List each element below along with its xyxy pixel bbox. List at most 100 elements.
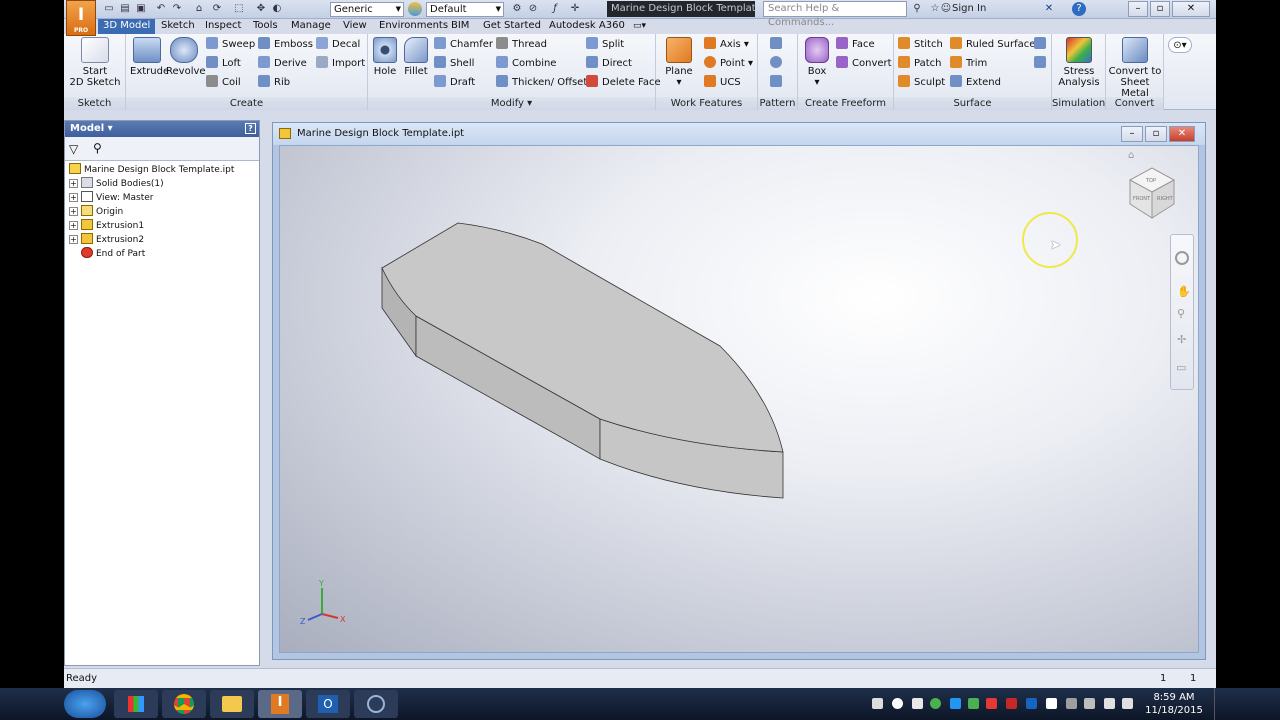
crosshair-icon[interactable]: ✛ [568,2,582,16]
convert-freeform-button[interactable]: Convert [836,56,892,72]
look-at-icon[interactable]: ▭ [1176,361,1186,374]
file-explorer-icon[interactable] [210,690,254,718]
binoculars-icon[interactable]: ⚲ [910,2,924,16]
sign-in-link[interactable]: Sign In [952,3,986,14]
tray-icon-11[interactable] [1084,698,1095,709]
inventor-taskbar-icon[interactable]: I [258,690,302,718]
trim-button[interactable]: Trim [950,56,987,72]
doc-restore-button[interactable]: ▫ [1145,126,1167,142]
derive-button[interactable]: Derive [258,56,307,72]
user-icon[interactable]: ☺ [940,2,952,16]
draft-button[interactable]: Draft [434,75,475,91]
expand-icon[interactable]: + [69,221,78,230]
start-2d-sketch-button[interactable]: Start 2D Sketch [68,37,122,88]
viewcube[interactable]: TOP FRONT RIGHT [1124,164,1186,224]
measure-icon[interactable]: ✥ [254,2,268,16]
ruled-surface-button[interactable]: Ruled Surface [950,37,1035,53]
find-icon[interactable]: ⚲ [93,141,102,155]
chrome-icon[interactable] [162,690,206,718]
mirror-button[interactable] [770,75,786,91]
combine-button[interactable]: Combine [496,56,556,72]
plane-button[interactable]: Plane ▾ [660,37,698,88]
revolve-button[interactable]: Revolve [166,37,206,77]
tree-item-extrusion1[interactable]: + Extrusion1 [69,219,144,233]
expand-icon[interactable]: + [69,207,78,216]
tab-inspect[interactable]: Inspect [200,19,246,34]
expand-icon[interactable]: + [69,193,78,202]
direct-button[interactable]: Direct [586,56,632,72]
emboss-button[interactable]: Emboss [258,37,313,53]
redo-icon[interactable]: ↷ [170,2,184,16]
show-desktop-button[interactable] [1214,688,1222,720]
tray-icon-5[interactable] [968,698,979,709]
axis-button[interactable]: Axis ▾ [704,37,749,53]
media-app-icon[interactable] [354,690,398,718]
tray-icon-chrome[interactable] [930,698,941,709]
panel-title-modify[interactable]: Modify ▾ [368,97,655,110]
tray-icon-8[interactable] [1026,698,1037,709]
tab-bim[interactable]: BIM [446,19,474,34]
import-button[interactable]: Import [316,56,365,72]
face-button[interactable]: Face [836,37,875,53]
tab-sketch[interactable]: Sketch [156,19,200,34]
tab-environments[interactable]: Environments [374,19,453,34]
tab-3d-model[interactable]: 3D Model [98,19,156,34]
appearance-select[interactable]: Generic ▼ [330,2,404,17]
rib-button[interactable]: Rib [258,75,290,91]
adjust-icon[interactable]: ⚙ [510,2,524,16]
new-icon[interactable]: ▭ [102,2,116,16]
select-icon[interactable]: ⬚ [232,2,246,16]
stitch-button[interactable]: Stitch [898,37,943,53]
clear-appearance-icon[interactable]: ⊘ [526,2,540,16]
open-icon[interactable]: ▤ [118,2,132,16]
tree-item-solid-bodies[interactable]: + Solid Bodies(1) [69,177,164,191]
material-select[interactable]: Default ▼ [426,2,504,17]
expand-icon[interactable]: + [69,179,78,188]
tray-icon-1[interactable] [872,698,883,709]
browser-header[interactable]: Model ▾? [65,121,259,137]
system-clock[interactable]: 8:59 AM 11/18/2015 [1138,691,1210,717]
delete-face-button[interactable]: Delete Face [586,75,661,91]
chamfer-button[interactable]: Chamfer [434,37,493,53]
ucs-button[interactable]: UCS [704,75,741,91]
network-icon[interactable] [1104,698,1115,709]
volume-icon[interactable] [1122,698,1133,709]
help-icon[interactable]: ? [1072,2,1086,16]
minimize-button[interactable]: – [1128,1,1148,17]
expand-icon[interactable]: + [69,235,78,244]
close-button[interactable]: ✕ [1172,1,1210,17]
fx-icon[interactable]: ƒ [548,2,562,16]
start-button[interactable] [64,690,106,718]
extrude-button[interactable]: Extrude [130,37,169,77]
exchange-icon[interactable]: ✕ [1042,2,1056,16]
pan-icon[interactable]: ✋ [1177,285,1191,298]
tree-item-view-master[interactable]: + View: Master [69,191,154,205]
circular-pattern-button[interactable] [770,56,786,72]
coil-button[interactable]: Coil [206,75,241,91]
loft-button[interactable]: Loft [206,56,241,72]
stress-analysis-button[interactable]: Stress Analysis [1054,37,1104,88]
orbit-icon[interactable]: ✢ [1177,333,1186,346]
tray-icon-3[interactable] [912,698,923,709]
doc-close-button[interactable]: ✕ [1169,126,1195,142]
surface-tool-2-button[interactable] [1034,56,1050,72]
save-icon[interactable]: ▣ [134,2,148,16]
box-button[interactable]: Box ▾ [802,37,832,88]
tree-item-part[interactable]: Marine Design Block Template.ipt [69,163,234,177]
doc-minimize-button[interactable]: – [1121,126,1143,142]
color-icon[interactable]: ◐ [270,2,284,16]
sculpt-button[interactable]: Sculpt [898,75,945,91]
extend-button[interactable]: Extend [950,75,1001,91]
tab-tools[interactable]: Tools [248,19,283,34]
tray-icon-10[interactable] [1066,698,1077,709]
convert-to-sheet-metal-button[interactable]: Convert to Sheet Metal [1108,37,1162,99]
home-view-icon[interactable]: ⌂ [1128,150,1142,162]
fillet-button[interactable]: Fillet [400,37,432,77]
filter-icon[interactable]: ▽ [69,142,78,156]
tab-autodesk-a360[interactable]: Autodesk A360 [544,19,630,34]
graphics-viewport[interactable]: ⌂ TOP FRONT RIGHT ✋ ⚲ ✢ ▭ ➤ Y X Z [279,145,1199,653]
shell-button[interactable]: Shell [434,56,474,72]
tab-options-icon[interactable]: ▭▾ [628,19,651,34]
apps-icon[interactable] [114,690,158,718]
patch-button[interactable]: Patch [898,56,941,72]
